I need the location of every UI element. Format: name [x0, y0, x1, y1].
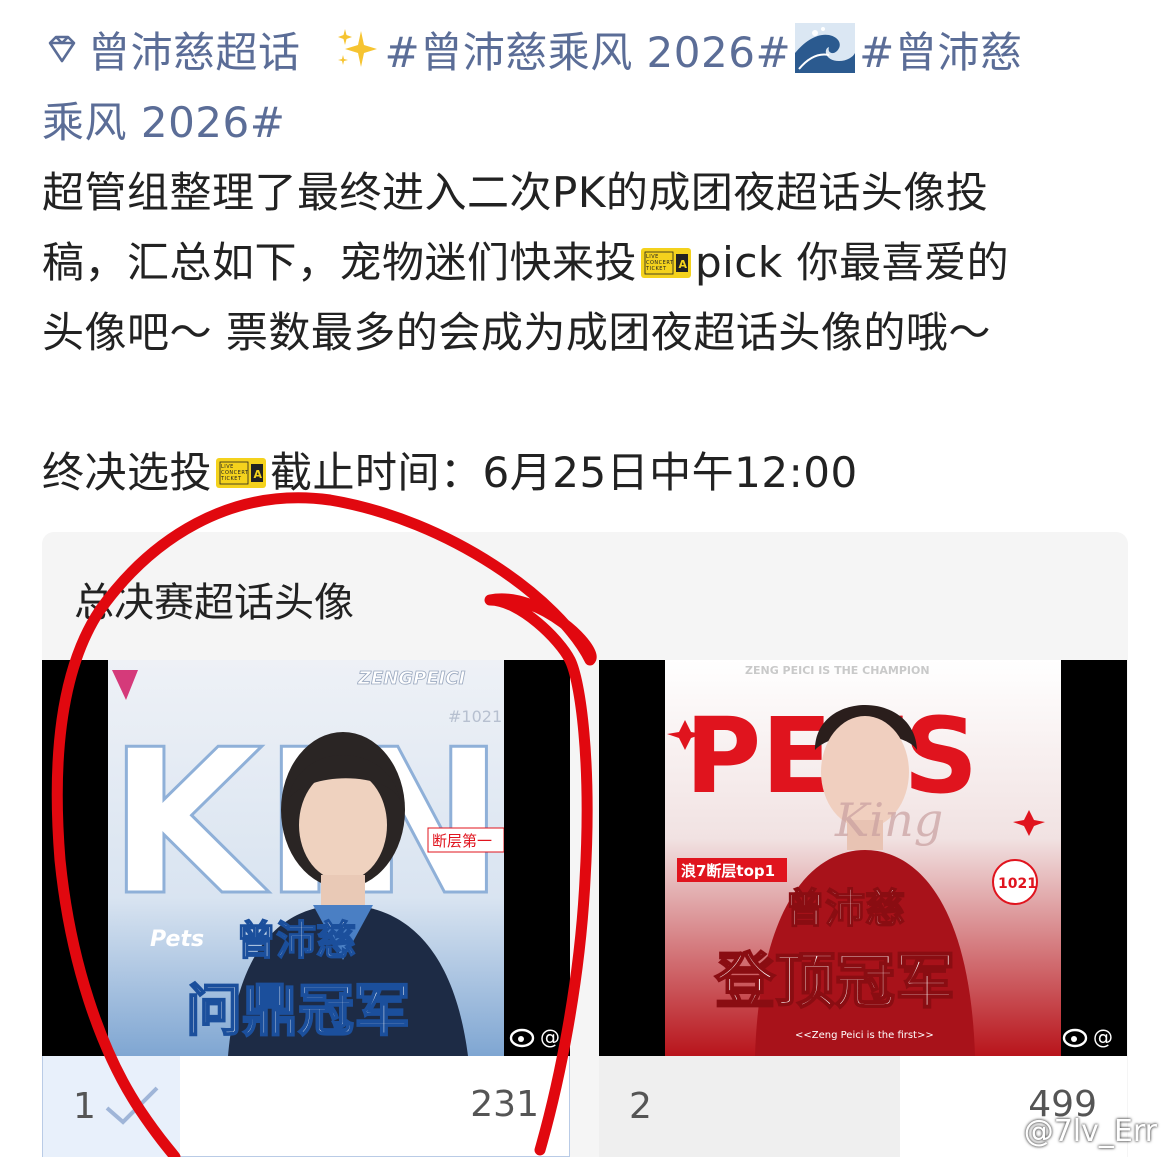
option-2-index: 2	[629, 1086, 652, 1127]
poster-1-side-tag: 断层第一	[432, 832, 492, 850]
hashtag-link-1[interactable]: #曾沛慈乘风 2026#	[385, 28, 792, 77]
body-text-a: 稿，汇总如下，宠物迷们快来投	[42, 238, 638, 287]
hashtag-link-2[interactable]: #曾沛慈	[859, 28, 1022, 77]
weibo-post-text: 曾沛慈超话 #曾沛慈乘风 2026# #曾沛慈 乘风 2026# 超管组整理了最终进…	[42, 18, 1132, 508]
poll-option-1[interactable]: KING ZENGPEICI #1021 断层第一 Pets 曾沛慈 问鼎冠军 …	[42, 660, 570, 1157]
svg-text:A: A	[679, 258, 688, 271]
wave-emoji	[795, 23, 856, 73]
poll-title: 总决赛超话头像	[74, 580, 354, 626]
diamond-icon	[48, 35, 76, 63]
poster-2-tag: 浪7断层top1	[681, 862, 775, 880]
poster-2: ZENG PEICI IS THE CHAMPION PETS King 浪7断…	[665, 660, 1061, 1056]
poster-1-script: Pets	[150, 927, 204, 952]
svg-text:@: @	[1093, 1025, 1113, 1049]
ticket-emoji: LIVECONCERTTICKET A	[216, 458, 267, 488]
post-line-3: 超管组整理了最终进入二次PK的成团夜超话头像投	[42, 168, 989, 217]
svg-text:TICKET: TICKET	[645, 266, 667, 272]
svg-text:TICKET: TICKET	[220, 476, 242, 482]
poster-1-number: #1021	[448, 707, 502, 726]
poster-2-caption: 登顶冠军	[714, 947, 955, 1017]
poster-1-name: 曾沛慈	[236, 918, 356, 964]
svg-text:A: A	[254, 468, 263, 481]
option-1-result[interactable]: 1 231	[42, 1056, 570, 1157]
deadline-text-b: 截止时间：6月25日中午12:00	[270, 448, 858, 497]
post-line-deadline: 终决选投 LIVE CONCERT TICKET A 截止时间：6月25日中午12:00	[42, 438, 1132, 508]
check-icon	[105, 1086, 159, 1125]
watermark: @7lv_Err	[1023, 1114, 1157, 1149]
deadline-text-a: 终决选投	[42, 448, 213, 497]
svg-text:@: @	[540, 1025, 560, 1049]
sparkles-emoji	[337, 29, 377, 67]
topic-name: 曾沛慈超话	[88, 28, 301, 77]
hashtag-link-2-cont[interactable]: 乘风 2026#	[42, 98, 285, 147]
poster-1-brand: ZENGPEICI	[357, 668, 466, 689]
post-line-2: 乘风 2026#	[42, 88, 1132, 158]
poster-2-name: 曾沛慈	[785, 886, 905, 932]
poster-2-script: King	[834, 793, 943, 847]
post-line-4: 稿，汇总如下，宠物迷们快来投 LIVE CONCERT TICKET Apick 你最喜…	[42, 228, 1132, 298]
weibo-logo-icon: @	[509, 1025, 560, 1049]
ticket-emoji: LIVECONCERTTICKET A	[641, 248, 692, 278]
post-line-1: 曾沛慈超话 #曾沛慈乘风 2026# #曾沛慈	[42, 18, 1132, 88]
body-text-b: pick 你最喜爱的	[695, 238, 1010, 287]
poll-option-2[interactable]: ZENG PEICI IS THE CHAMPION PETS King 浪7断…	[599, 660, 1127, 1157]
weibo-logo-icon: @	[1062, 1025, 1113, 1049]
topic-link[interactable]: 曾沛慈超话	[42, 28, 301, 77]
option-1-image[interactable]: KING ZENGPEICI #1021 断层第一 Pets 曾沛慈 问鼎冠军 …	[42, 660, 570, 1056]
option-2-image[interactable]: ZENG PEICI IS THE CHAMPION PETS King 浪7断…	[599, 660, 1127, 1056]
poster-2-footer: <<Zeng Peici is the first>>	[795, 1030, 934, 1041]
poster-2-badge: 1021	[998, 876, 1037, 892]
option-1-index: 1	[73, 1086, 96, 1127]
poll-card: 总决赛超话头像 KING ZENGPEICI #1021 断层第一	[42, 532, 1128, 1157]
poster-2-header: ZENG PEICI IS THE CHAMPION	[745, 664, 930, 677]
option-1-count: 231	[470, 1084, 539, 1125]
poster-1-caption: 问鼎冠军	[186, 979, 410, 1044]
poster-1: KING ZENGPEICI #1021 断层第一 Pets 曾沛慈 问鼎冠军	[108, 660, 504, 1056]
post-line-5: 头像吧～ 票数最多的会成为成团夜超话头像的哦～	[42, 308, 991, 357]
